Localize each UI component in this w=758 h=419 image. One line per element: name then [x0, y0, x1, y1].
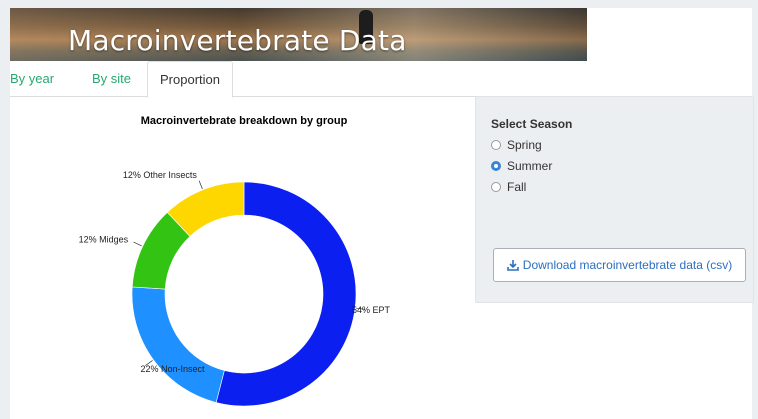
season-panel: Select Season Spring Summer Fall Downloa… [475, 96, 754, 303]
download-label: Download macroinvertebrate data (csv) [522, 258, 733, 272]
slice-ept [215, 181, 357, 407]
radio-fall-dot[interactable] [491, 182, 501, 192]
page: Macroinvertebrate Data By year By site P… [10, 8, 754, 419]
season-label: Select Season [491, 117, 573, 131]
radio-summer[interactable]: Summer [491, 159, 552, 173]
tab-proportion[interactable]: Proportion [147, 61, 233, 98]
radio-spring-label: Spring [507, 138, 542, 152]
download-icon [506, 259, 519, 271]
radio-fall-label: Fall [507, 180, 527, 194]
chart-title: Macroinvertebrate breakdown by group [141, 115, 348, 127]
radio-spring-dot[interactable] [491, 140, 501, 150]
leader-line [133, 241, 142, 247]
slice-label: 12% Midges [79, 235, 129, 245]
app-title: Macroinvertebrate Data [68, 24, 407, 57]
slice-label: 12% Other Insects [123, 170, 198, 180]
radio-summer-label: Summer [507, 159, 553, 173]
slice-non-insect [131, 286, 225, 403]
radio-summer-dot[interactable] [491, 161, 501, 171]
tab-by-site[interactable]: By site [92, 61, 131, 96]
header-banner: Macroinvertebrate Data [10, 8, 587, 61]
slice-label: 54% EPT [352, 305, 391, 315]
donut-chart: Macroinvertebrate breakdown by group 54%… [79, 115, 391, 407]
radio-fall[interactable]: Fall [491, 180, 526, 194]
radio-spring[interactable]: Spring [491, 138, 542, 152]
tab-bar: By year By site Proportion [10, 61, 752, 98]
leader-line [198, 180, 203, 190]
tab-by-year[interactable]: By year [10, 61, 54, 96]
slice-label: 22% Non-Insect [140, 364, 205, 374]
download-csv-button[interactable]: Download macroinvertebrate data (csv) [493, 248, 746, 282]
